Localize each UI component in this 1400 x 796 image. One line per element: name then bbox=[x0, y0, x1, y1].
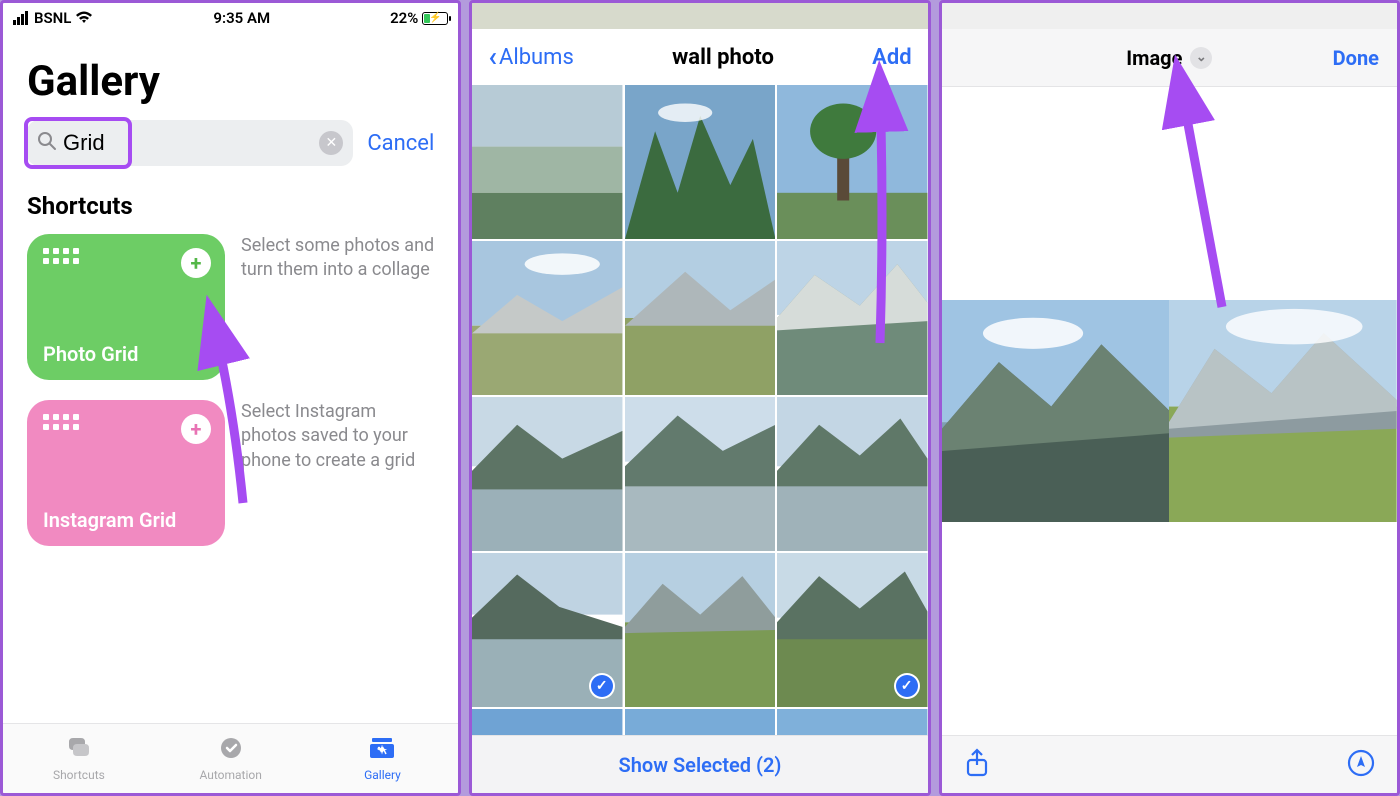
photo-thumbnail[interactable]: ✓ bbox=[777, 553, 927, 707]
done-button[interactable]: Done bbox=[1333, 46, 1379, 70]
picker-nav: ‹ Albums wall photo Add bbox=[472, 29, 927, 85]
photo-thumbnail[interactable] bbox=[625, 553, 775, 707]
phone-photo-picker: ‹ Albums wall photo Add ✓✓ Show Selected… bbox=[469, 0, 930, 796]
signal-icon bbox=[13, 11, 28, 25]
add-shortcut-icon[interactable]: + bbox=[181, 248, 211, 278]
photo-thumbnail[interactable] bbox=[777, 241, 927, 395]
markup-icon[interactable] bbox=[1347, 749, 1375, 781]
status-bar: BSNL 9:35 AM 22% ⚡ bbox=[3, 3, 458, 29]
photo-thumbnail[interactable] bbox=[472, 397, 622, 551]
photo-thumbnail[interactable] bbox=[625, 241, 775, 395]
card-title: Photo Grid bbox=[43, 342, 209, 366]
tab-shortcuts[interactable]: Shortcuts bbox=[3, 724, 155, 793]
battery-percent: 22% bbox=[390, 9, 418, 27]
shortcuts-icon bbox=[65, 736, 93, 766]
card-description: Select Instagram photos saved to your ph… bbox=[241, 400, 434, 546]
preview-nav: Image ⌄ Done bbox=[942, 29, 1397, 87]
gallery-icon: ✦ bbox=[368, 736, 396, 766]
chevron-down-icon: ⌄ bbox=[1190, 47, 1212, 69]
chevron-left-icon: ‹ bbox=[488, 43, 497, 71]
photo-thumbnail[interactable] bbox=[472, 709, 622, 735]
photo-thumbnail[interactable] bbox=[777, 85, 927, 239]
photo-grid: ✓✓ bbox=[472, 85, 927, 735]
title-dropdown[interactable]: Image ⌄ bbox=[1126, 46, 1212, 70]
show-selected-label: Show Selected (2) bbox=[619, 753, 782, 777]
photo-thumbnail[interactable] bbox=[777, 709, 927, 735]
preview-toolbar bbox=[942, 735, 1397, 793]
add-button[interactable]: Add bbox=[872, 45, 911, 70]
share-icon[interactable] bbox=[964, 748, 990, 782]
tab-label: Automation bbox=[199, 768, 261, 782]
tab-gallery[interactable]: ✦ Gallery bbox=[307, 724, 459, 793]
battery-icon: ⚡ bbox=[422, 12, 448, 25]
selection-check-icon: ✓ bbox=[894, 673, 920, 699]
section-heading: Shortcuts bbox=[27, 192, 434, 220]
show-selected-button[interactable]: Show Selected (2) bbox=[472, 735, 927, 793]
shortcut-card-photo-grid[interactable]: + Photo Grid bbox=[27, 234, 225, 380]
sheet-backdrop bbox=[472, 3, 927, 29]
photo-thumbnail[interactable] bbox=[625, 397, 775, 551]
add-shortcut-icon[interactable]: + bbox=[181, 414, 211, 444]
card-description: Select some photos and turn them into a … bbox=[241, 234, 434, 380]
photo-thumbnail[interactable] bbox=[472, 241, 622, 395]
photo-thumbnail[interactable]: ✓ bbox=[472, 553, 622, 707]
tab-automation[interactable]: Automation bbox=[155, 724, 307, 793]
photo-thumbnail[interactable] bbox=[472, 85, 622, 239]
back-button[interactable]: ‹ Albums bbox=[488, 43, 574, 71]
card-title: Instagram Grid bbox=[43, 508, 209, 532]
photo-thumbnail[interactable] bbox=[625, 85, 775, 239]
preview-title: Image bbox=[1126, 46, 1182, 70]
sheet-backdrop bbox=[942, 3, 1397, 29]
clock: 9:35 AM bbox=[213, 9, 270, 27]
collage-result bbox=[942, 300, 1397, 522]
phone-image-preview: Image ⌄ Done bbox=[939, 0, 1400, 796]
selection-check-icon: ✓ bbox=[589, 673, 615, 699]
cancel-button[interactable]: Cancel bbox=[367, 131, 434, 156]
page-title: Gallery bbox=[27, 57, 434, 106]
back-label: Albums bbox=[499, 45, 574, 70]
phone-gallery-search: BSNL 9:35 AM 22% ⚡ Gallery ✕ Cancel bbox=[0, 0, 461, 796]
svg-text:✦: ✦ bbox=[377, 743, 387, 757]
wifi-icon bbox=[75, 9, 93, 28]
photo-thumbnail[interactable] bbox=[625, 709, 775, 735]
tab-label: Shortcuts bbox=[53, 768, 105, 782]
album-title: wall photo bbox=[672, 45, 774, 70]
preview-body bbox=[942, 87, 1397, 735]
tab-label: Gallery bbox=[364, 768, 401, 782]
photo-thumbnail[interactable] bbox=[777, 397, 927, 551]
clear-search-icon[interactable]: ✕ bbox=[319, 131, 343, 155]
shortcut-card-instagram-grid[interactable]: + Instagram Grid bbox=[27, 400, 225, 546]
carrier-label: BSNL bbox=[34, 9, 71, 27]
search-field[interactable]: ✕ bbox=[27, 120, 353, 166]
search-icon bbox=[37, 131, 57, 156]
tab-bar: Shortcuts Automation ✦ Gallery bbox=[3, 723, 458, 793]
automation-icon bbox=[217, 736, 245, 766]
search-input[interactable] bbox=[63, 130, 123, 156]
